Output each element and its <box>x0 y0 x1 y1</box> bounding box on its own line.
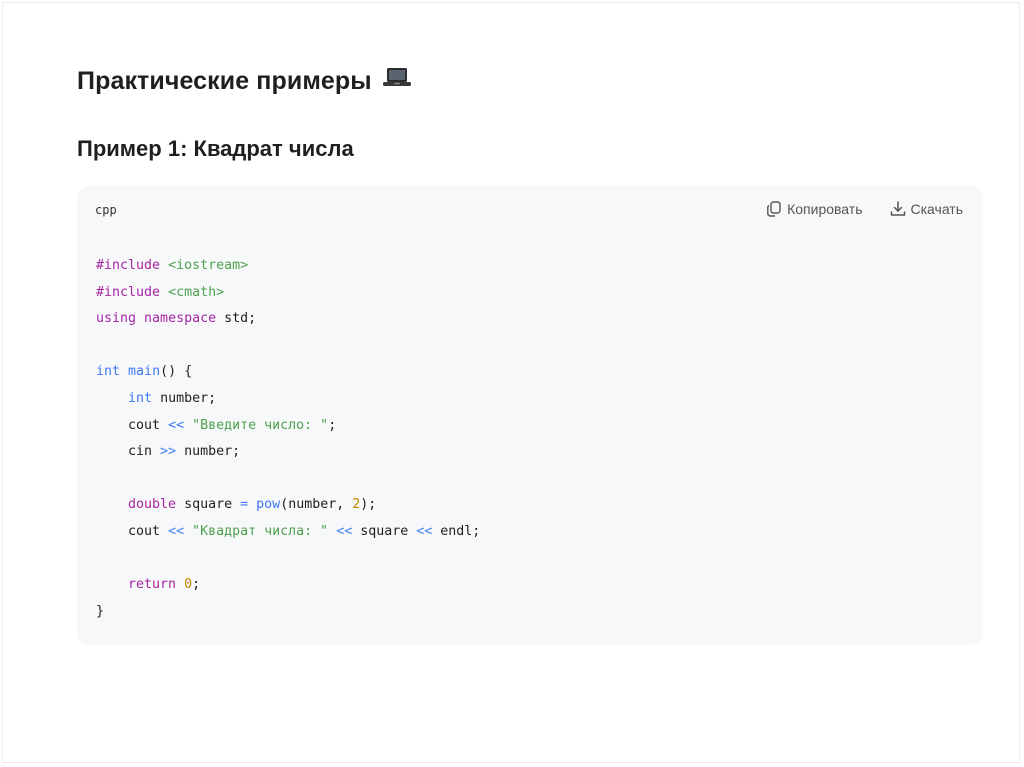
code-content: #include <iostream> #include <cmath> usi… <box>96 253 480 625</box>
code-header: cpp Копировать Скачать <box>77 186 983 236</box>
code-token: main <box>128 364 161 380</box>
code-token: number; <box>176 444 241 460</box>
code-line: int main() { <box>96 364 192 379</box>
code-token: pow <box>256 497 281 513</box>
code-token: #include <box>96 284 161 300</box>
code-token: square <box>176 497 241 513</box>
code-line: double square = pow(number, 2); <box>96 497 376 512</box>
download-label: Скачать <box>910 201 964 217</box>
code-token: } <box>96 603 105 619</box>
download-icon <box>889 200 907 218</box>
code-token: cin <box>96 444 161 460</box>
code-token: ); <box>360 497 377 513</box>
code-token: using <box>96 311 137 327</box>
code-token: cout <box>96 417 169 433</box>
download-button[interactable]: Скачать <box>889 200 964 218</box>
section-title-text: Практические примеры <box>77 67 372 95</box>
code-line: int number; <box>96 391 216 406</box>
code-line: #include <cmath> <box>96 285 224 300</box>
code-token: << <box>336 523 353 539</box>
code-token: <iostream> <box>168 258 249 273</box>
code-token: square <box>352 523 417 539</box>
code-token: (number, <box>280 497 353 513</box>
code-token: <cmath> <box>168 284 225 300</box>
code-line: cout << "Квадрат числа: " << square << e… <box>96 524 480 539</box>
code-line: cin >> number; <box>96 444 240 459</box>
code-token: ; <box>192 577 201 593</box>
code-token: << <box>168 523 185 539</box>
copy-label: Копировать <box>787 201 863 217</box>
code-line: } <box>96 604 104 619</box>
copy-button[interactable]: Копировать <box>765 200 863 218</box>
code-token: return <box>128 577 177 593</box>
code-line: cout << "Введите число: "; <box>96 418 336 433</box>
code-token: << <box>416 523 433 539</box>
code-token: number; <box>152 390 217 406</box>
code-token: #include <box>96 258 161 273</box>
code-token: cout <box>96 523 169 539</box>
laptop-icon <box>382 60 412 102</box>
section-title: Практические примеры <box>77 60 983 102</box>
code-token: () { <box>160 364 193 380</box>
code-token: "Введите число: " <box>192 417 329 433</box>
code-token: std; <box>216 311 257 327</box>
code-token: endl; <box>432 523 481 539</box>
code-token: ; <box>328 417 337 433</box>
code-line: #include <iostream> <box>96 258 248 273</box>
code-token: double <box>128 497 177 513</box>
code-language-label: cpp <box>95 203 117 217</box>
copy-icon <box>765 200 783 218</box>
code-actions: Копировать Скачать <box>765 200 963 218</box>
main-content: Практические примеры Пример 1: Квадрат ч… <box>77 60 983 645</box>
code-line: using namespace std; <box>96 311 256 326</box>
example-title: Пример 1: Квадрат числа <box>77 136 354 161</box>
code-token: int <box>128 390 153 406</box>
code-token: = <box>240 497 249 513</box>
code-token: >> <box>160 444 177 460</box>
code-token: int <box>96 364 121 380</box>
code-token: 0 <box>184 577 193 593</box>
code-token: << <box>168 417 185 433</box>
code-block: cpp Копировать Скачать #include <iostrea… <box>77 186 983 645</box>
code-token: "Квадрат числа: " <box>192 523 329 539</box>
code-token: namespace <box>144 311 217 327</box>
code-line: return 0; <box>96 577 200 592</box>
